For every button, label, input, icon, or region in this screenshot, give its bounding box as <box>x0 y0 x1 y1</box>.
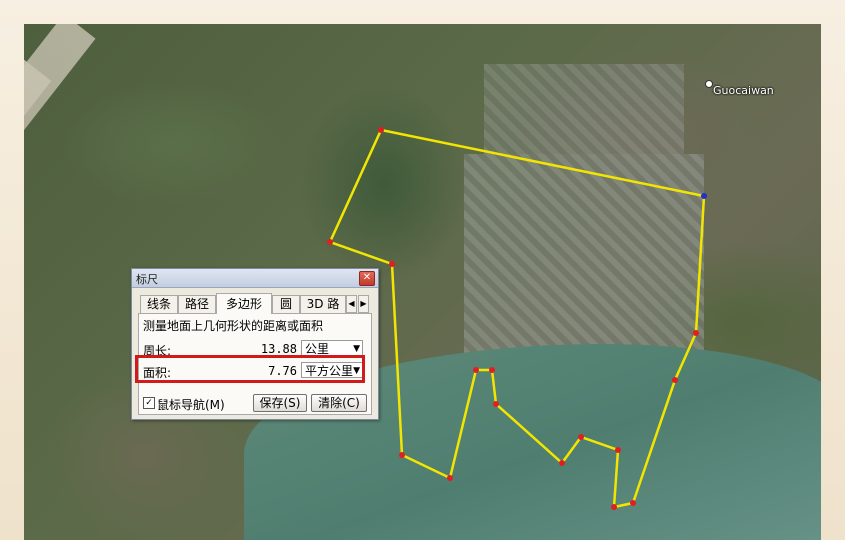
polygon-vertex[interactable] <box>489 367 495 373</box>
polygon-vertex[interactable] <box>447 475 453 481</box>
dialog-footer: ✓ 鼠标导航(M) 保存(S) 清除(C) <box>143 394 367 412</box>
polygon-vertex[interactable] <box>578 434 584 440</box>
polygon-vertex[interactable] <box>473 367 479 373</box>
perimeter-value: 13.88 <box>260 342 297 356</box>
chevron-down-icon: ▼ <box>353 344 360 354</box>
polygon-vertex[interactable] <box>389 261 395 267</box>
measurement-polygon[interactable] <box>328 128 706 509</box>
place-marker-icon[interactable] <box>705 80 713 88</box>
polygon-overlay[interactable] <box>0 0 845 540</box>
perimeter-row: 周长: 13.88 公里 ▼ <box>143 340 367 358</box>
polygon-vertex[interactable] <box>378 127 384 133</box>
chevron-down-icon: ▼ <box>353 366 360 376</box>
tab-3d-path[interactable]: 3D 路 <box>300 295 346 313</box>
polygon-vertex[interactable] <box>672 377 678 383</box>
polygon-vertex[interactable] <box>701 193 707 199</box>
area-row: 面积: 7.76 平方公里 ▼ <box>143 362 367 380</box>
dialog-title: 标尺 <box>136 273 158 286</box>
area-value: 7.76 <box>268 364 297 378</box>
area-label: 面积: <box>143 366 172 380</box>
area-unit-value: 平方公里 <box>305 364 354 378</box>
dialog-titlebar[interactable]: 标尺 ✕ <box>132 269 378 288</box>
save-button[interactable]: 保存(S) <box>253 394 307 412</box>
polygon-vertex[interactable] <box>615 447 621 453</box>
polygon-vertex[interactable] <box>399 452 405 458</box>
tab-circle[interactable]: 圆 <box>272 295 300 313</box>
panel-description: 测量地面上几何形状的距离或面积 <box>143 319 324 333</box>
polygon-vertex[interactable] <box>559 460 565 466</box>
perimeter-unit-value: 公里 <box>305 342 330 356</box>
polygon-vertex[interactable] <box>493 401 499 407</box>
tab-scroll-left-icon[interactable]: ◀ <box>346 295 357 313</box>
ruler-tabs: 线条 路径 多边形 圆 3D 路 ◀ ▶ <box>138 293 374 314</box>
perimeter-unit-select[interactable]: 公里 ▼ <box>301 340 363 356</box>
tab-scroll-right-icon[interactable]: ▶ <box>358 295 369 313</box>
polygon-panel: 测量地面上几何形状的距离或面积 周长: 13.88 公里 ▼ 面积: 7.76 … <box>138 313 372 415</box>
tab-line[interactable]: 线条 <box>140 295 178 313</box>
area-unit-select[interactable]: 平方公里 ▼ <box>301 362 363 378</box>
close-icon[interactable]: ✕ <box>359 271 375 286</box>
polygon-vertex[interactable] <box>630 500 636 506</box>
place-label[interactable]: Guocaiwan <box>713 84 774 97</box>
polygon-vertex[interactable] <box>611 504 617 510</box>
mouse-nav-checkbox[interactable]: ✓ <box>143 397 155 409</box>
polygon-vertex[interactable] <box>327 239 333 245</box>
tab-polygon[interactable]: 多边形 <box>216 293 272 314</box>
mouse-nav-label[interactable]: 鼠标导航(M) <box>157 396 225 413</box>
tab-path[interactable]: 路径 <box>178 295 216 313</box>
clear-button[interactable]: 清除(C) <box>311 394 367 412</box>
perimeter-label: 周长: <box>143 344 172 358</box>
ruler-dialog: 标尺 ✕ 线条 路径 多边形 圆 3D 路 ◀ ▶ 测量地面上几何形状的距离或面… <box>131 268 379 420</box>
polygon-vertex[interactable] <box>693 330 699 336</box>
